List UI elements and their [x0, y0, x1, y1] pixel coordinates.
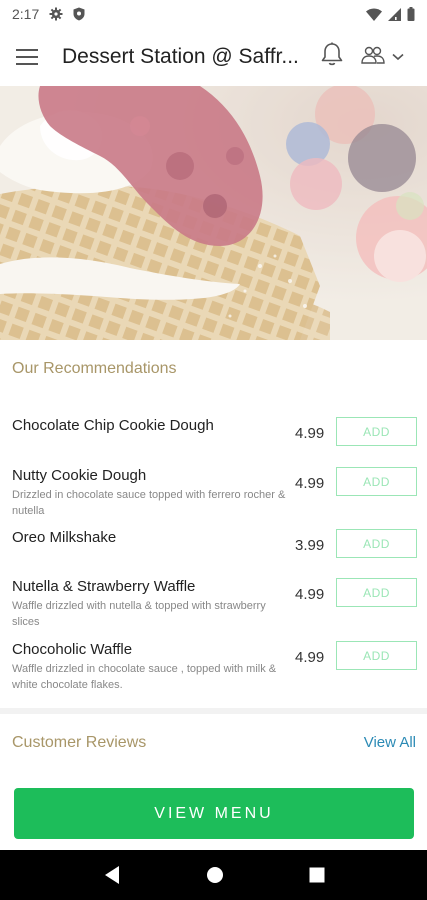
item-name: Chocoholic Waffle: [12, 641, 133, 658]
view-all-link[interactable]: View All: [364, 734, 416, 751]
item-name: Nutella & Strawberry Waffle: [12, 578, 196, 595]
status-bar: 2:17: [0, 0, 427, 28]
item-price: 4.99: [295, 425, 325, 442]
add-button[interactable]: ADD: [336, 467, 417, 496]
item-description: Waffle drizzled with nutella & topped wi…: [12, 600, 266, 628]
add-button[interactable]: ADD: [336, 641, 417, 670]
item-price: 3.99: [295, 537, 325, 554]
bell-icon[interactable]: [320, 42, 344, 73]
section-divider: [0, 708, 427, 714]
chevron-down-icon: [392, 48, 404, 66]
system-nav-bar: [0, 850, 427, 900]
recommendations-title: Our Recommendations: [12, 360, 177, 377]
reviews-title: Customer Reviews: [12, 734, 147, 751]
item-description: Waffle drizzled in chocolate sauce , top…: [12, 663, 277, 691]
home-icon[interactable]: [206, 866, 224, 884]
item-name: Oreo Milkshake: [12, 529, 117, 546]
item-price: 4.99: [295, 649, 325, 666]
item-price: 4.99: [295, 475, 325, 492]
menu-icon[interactable]: [16, 43, 44, 71]
app-bar: Dessert Station @ Saffr...: [0, 28, 427, 86]
add-button[interactable]: ADD: [336, 417, 417, 446]
add-button[interactable]: ADD: [336, 578, 417, 607]
user-switch-button[interactable]: [360, 45, 404, 70]
item-description: Drizzled in chocolate sauce topped with …: [12, 489, 286, 517]
gear-icon: [49, 7, 63, 21]
status-time: 2:17: [12, 6, 40, 22]
add-button[interactable]: ADD: [336, 529, 417, 558]
item-name: Nutty Cookie Dough: [12, 467, 147, 484]
battery-icon: [407, 7, 415, 21]
back-icon[interactable]: [103, 865, 121, 885]
page-title: Dessert Station @ Saffr...: [62, 45, 299, 68]
recents-icon[interactable]: [309, 867, 325, 883]
view-menu-button[interactable]: VIEW MENU: [14, 788, 414, 839]
item-name: Chocolate Chip Cookie Dough: [12, 417, 214, 434]
item-price: 4.99: [295, 586, 325, 603]
signal-icon: [388, 7, 401, 21]
hero-image: [0, 86, 427, 340]
shield-icon: [73, 7, 85, 21]
user-switch-icon: [360, 45, 386, 70]
wifi-icon: [366, 8, 382, 21]
